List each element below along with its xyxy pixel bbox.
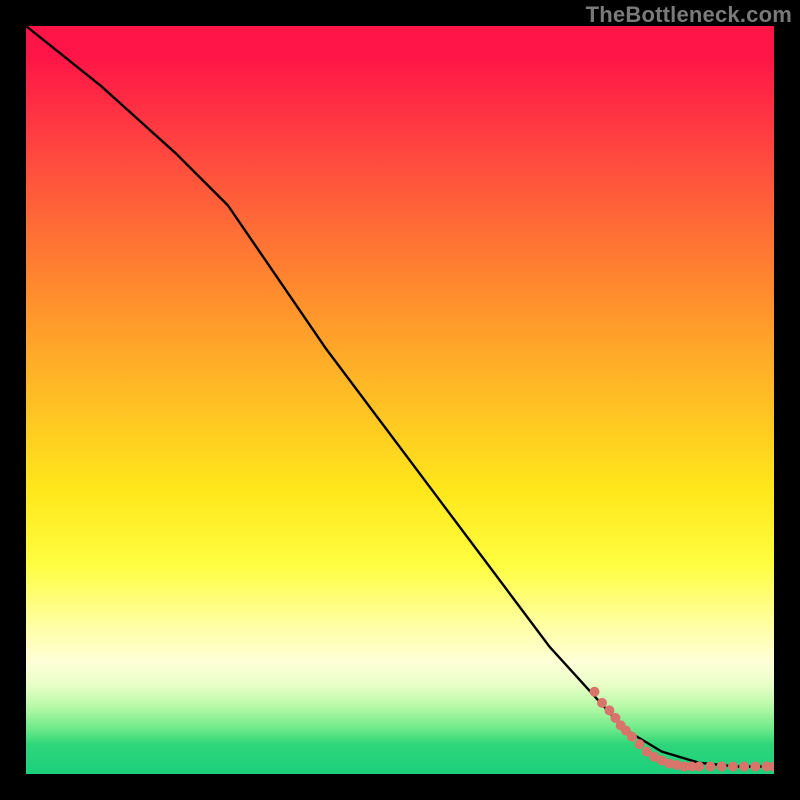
watermark-text: TheBottleneck.com	[586, 2, 792, 28]
heatmap-background	[26, 26, 774, 774]
plot-frame	[26, 26, 774, 774]
